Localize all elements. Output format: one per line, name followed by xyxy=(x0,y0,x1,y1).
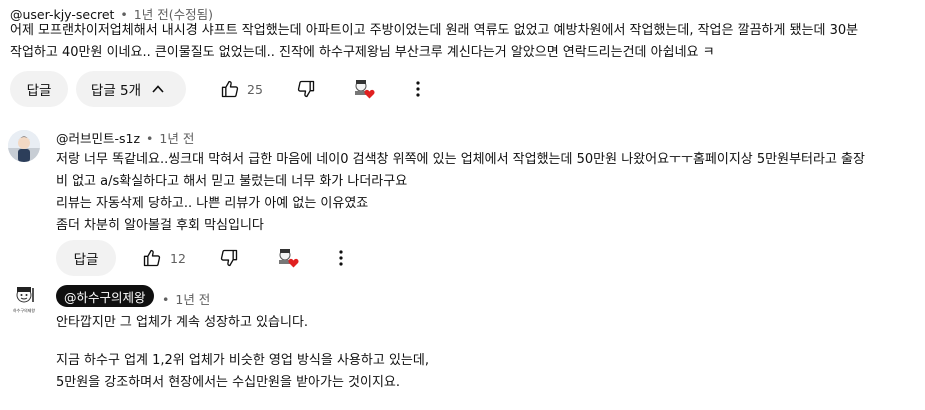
comment-line: 5만원을 강조하며서 현장에서는 수십만원을 받아가는 것이지요. xyxy=(56,375,401,390)
reply-button-label: 답글 xyxy=(73,252,99,268)
more-options-button[interactable] xyxy=(404,75,432,103)
comment-2-body: 저랑 너무 똑같네요..씽크대 막혀서 급한 마음에 네이0 검색창 위쪽에 있… xyxy=(56,149,865,237)
comment-line: 좀더 차분히 알아볼걸 후회 막심입니다 xyxy=(56,218,264,233)
comment-line: 지금 하수구 업계 1,2위 업체가 비슷한 영업 방식을 사용하고 있는데, xyxy=(56,353,429,368)
comment-line: 리뷰는 자동삭제 당하고.. 나쁜 리뷰가 아예 없는 이유였죠 xyxy=(56,196,369,211)
comment-time[interactable]: 1년 전 xyxy=(175,292,210,307)
avatar-image xyxy=(8,130,40,162)
avatar[interactable] xyxy=(8,130,40,162)
more-vert-icon xyxy=(416,81,420,97)
comment-author: @하수구의제왕 xyxy=(64,289,146,305)
like-count: 25 xyxy=(247,82,263,97)
comment-1-body: 어제 모프랜차이저업체해서 내시경 샤프트 작업했는데 아파트이고 주방이었는데… xyxy=(10,20,858,64)
comment-3-time: • 1년 전 xyxy=(162,289,210,308)
heart-icon xyxy=(288,258,299,268)
creator-avatar[interactable]: 하수구의제왕 xyxy=(8,284,40,316)
comment-2-header: @러브민트-s1z • 1년 전 xyxy=(56,128,194,147)
heart-icon xyxy=(364,89,375,99)
creator-heart-badge xyxy=(353,79,375,101)
chevron-up-icon xyxy=(152,85,164,93)
comment-line: 안타깝지만 그 업체가 계속 성장하고 있습니다. xyxy=(56,315,309,330)
creator-name-badge[interactable]: @하수구의제왕 xyxy=(56,285,154,307)
comment-time[interactable]: 1년 전 xyxy=(159,131,194,146)
thumbs-down-icon xyxy=(297,80,315,98)
reply-button-label: 답글 xyxy=(26,83,52,99)
like-count: 12 xyxy=(170,251,186,266)
more-vert-icon xyxy=(339,250,343,266)
avatar-caption: 하수구의제왕 xyxy=(12,308,36,313)
more-options-button[interactable] xyxy=(327,244,355,272)
comment-line xyxy=(56,334,429,350)
dislike-button[interactable] xyxy=(215,244,243,272)
thumbs-down-icon xyxy=(220,249,238,267)
dislike-button[interactable] xyxy=(292,75,320,103)
view-replies-button[interactable]: 답글 5개 xyxy=(76,71,186,107)
comment-line: 어제 모프랜차이저업체해서 내시경 샤프트 작업했는데 아파트이고 주방이었는데… xyxy=(10,23,859,38)
comment-line: 작업하고 40만원 이네요.. 큰이물질도 없었는데.. 진작에 하수구제왕님 … xyxy=(10,45,715,60)
separator-dot: • xyxy=(162,292,170,307)
separator-dot: • xyxy=(146,131,154,146)
comment-3-body: 안타깝지만 그 업체가 계속 성장하고 있습니다. 지금 하수구 업계 1,2위… xyxy=(56,312,429,394)
view-replies-label: 답글 5개 xyxy=(90,83,142,99)
like-button[interactable] xyxy=(138,244,166,272)
comment-author[interactable]: @러브민트-s1z xyxy=(56,131,140,146)
reply-button[interactable]: 답글 xyxy=(56,240,116,276)
like-button[interactable] xyxy=(216,75,244,103)
thumbs-up-icon xyxy=(221,80,239,98)
thumbs-up-icon xyxy=(143,249,161,267)
creator-heart-badge xyxy=(277,248,299,270)
comment-line: 비 없고 a/s확실하다고 해서 믿고 불렀는데 너무 화가 나더라구요 xyxy=(56,174,408,189)
reply-button[interactable]: 답글 xyxy=(10,71,68,107)
comment-line: 저랑 너무 똑같네요..씽크대 막혀서 급한 마음에 네이0 검색창 위쪽에 있… xyxy=(56,152,865,167)
